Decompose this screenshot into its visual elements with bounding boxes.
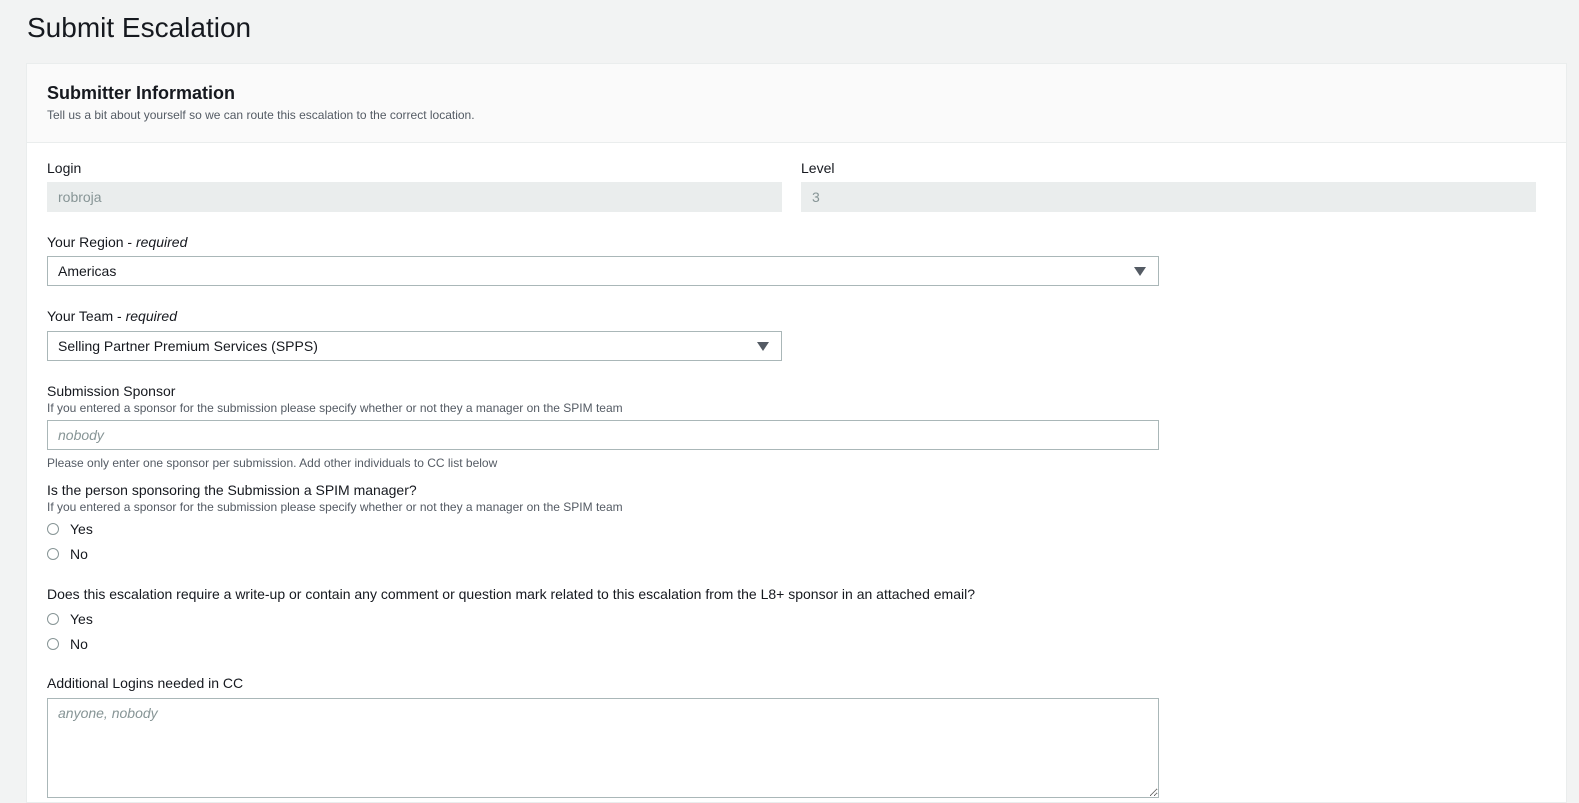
level-label: Level (801, 160, 835, 176)
spim-manager-question: Is the person sponsoring the Submission … (47, 482, 417, 498)
sponsor-help-text: Please only enter one sponsor per submis… (47, 456, 498, 470)
login-label: Login (47, 160, 82, 176)
panel-title: Submitter Information (47, 83, 235, 103)
radio-label-no: No (70, 636, 88, 652)
team-required-tag: required (125, 308, 177, 324)
team-select[interactable]: Selling Partner Premium Services (SPPS) (47, 331, 782, 361)
radio-button[interactable] (47, 548, 59, 560)
team-label-text: Your Team - (47, 308, 126, 324)
region-label: Your Region - required (47, 233, 187, 251)
caret-down-icon (1134, 267, 1146, 276)
team-label: Your Team - required (47, 307, 177, 325)
sponsor-hint: If you entered a sponsor for the submiss… (47, 401, 623, 415)
radio-label-yes: Yes (70, 521, 93, 537)
radio-button[interactable] (47, 523, 59, 535)
cc-textarea[interactable] (47, 698, 1159, 798)
region-label-text: Your Region - (47, 234, 136, 250)
writeup-yes-option[interactable]: Yes (47, 609, 93, 629)
region-selected-value: Americas (58, 263, 117, 279)
team-selected-value: Selling Partner Premium Services (SPPS) (58, 338, 318, 354)
panel-description: Tell us a bit about yourself so we can r… (47, 108, 475, 122)
writeup-no-option[interactable]: No (47, 634, 88, 654)
region-select[interactable]: Americas (47, 256, 1159, 286)
spim-manager-hint: If you entered a sponsor for the submiss… (47, 500, 623, 514)
spim-manager-no-option[interactable]: No (47, 544, 88, 564)
radio-button[interactable] (47, 638, 59, 650)
sponsor-label: Submission Sponsor (47, 383, 176, 399)
panel-header: Submitter Information Tell us a bit abou… (27, 64, 1566, 143)
level-field: 3 (801, 182, 1536, 212)
writeup-question: Does this escalation require a write-up … (47, 586, 975, 602)
page-title: Submit Escalation (27, 12, 252, 43)
login-field: robroja (47, 182, 782, 212)
radio-button[interactable] (47, 613, 59, 625)
radio-label-no: No (70, 546, 88, 562)
region-required-tag: required (135, 234, 188, 250)
submitter-information-panel: Submitter Information Tell us a bit abou… (26, 63, 1567, 803)
caret-down-icon (757, 342, 769, 351)
radio-label-yes: Yes (70, 611, 93, 627)
spim-manager-yes-option[interactable]: Yes (47, 519, 93, 539)
cc-label: Additional Logins needed in CC (47, 675, 244, 691)
sponsor-input[interactable] (47, 420, 1159, 450)
